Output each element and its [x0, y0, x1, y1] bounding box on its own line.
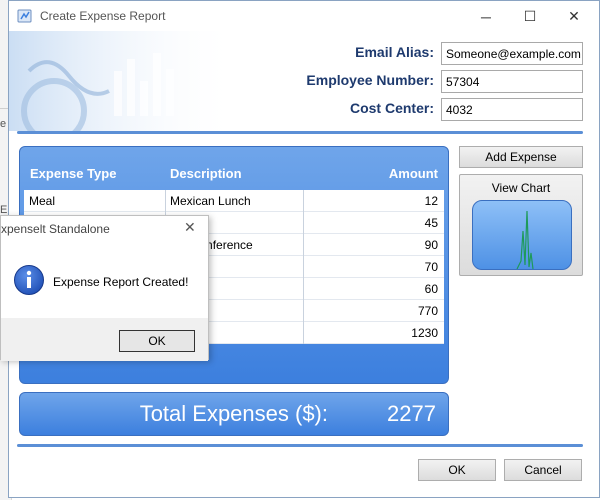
view-chart-label: View Chart — [491, 181, 551, 195]
minimize-icon: ─ — [481, 8, 491, 25]
column-header-amount[interactable]: Amount — [389, 166, 438, 181]
message-box-title: xpenselt Standalone — [1, 222, 110, 236]
maximize-button[interactable]: ☐ — [508, 1, 552, 32]
total-expenses-panel: Total Expenses ($): 2277 — [19, 392, 449, 436]
header-graphic — [9, 31, 239, 131]
message-box-dialog: xpenselt Standalone ✕ Expense Report Cre… — [0, 215, 209, 361]
chart-preview — [472, 200, 572, 270]
title-bar: Create Expense Report ─ ☐ ✕ — [9, 1, 599, 32]
view-chart-button[interactable]: View Chart — [459, 174, 583, 276]
close-icon: ✕ — [568, 8, 580, 24]
message-box-text: Expense Report Created! — [53, 275, 189, 289]
add-expense-button[interactable]: Add Expense — [459, 146, 583, 168]
email-alias-label: Email Alias: — [355, 44, 434, 60]
app-icon — [17, 9, 32, 23]
ok-button[interactable]: OK — [418, 459, 496, 481]
amount-cell[interactable]: 12 — [304, 190, 444, 212]
email-alias-field[interactable]: Someone@example.com — [441, 42, 583, 65]
information-icon — [14, 265, 44, 295]
total-expenses-label: Total Expenses ($): — [139, 401, 328, 426]
amount-cell[interactable]: 90 — [304, 234, 444, 256]
background-text: e — [0, 118, 7, 130]
employee-number-field[interactable]: 57304 — [441, 70, 583, 93]
close-button[interactable]: ✕ — [552, 1, 596, 32]
message-box-ok-button[interactable]: OK — [119, 330, 195, 352]
cost-center-field[interactable]: 4032 — [441, 98, 583, 121]
cost-center-label: Cost Center: — [349, 100, 434, 116]
amount-cell[interactable]: 45 — [304, 212, 444, 234]
amount-cell[interactable]: 1230 — [304, 322, 444, 344]
maximize-icon: ☐ — [523, 8, 537, 24]
total-expenses-value: 2277 — [387, 401, 436, 426]
message-box-close-icon[interactable]: ✕ — [184, 219, 196, 236]
amount-cell[interactable]: 70 — [304, 256, 444, 278]
separator-top — [17, 131, 583, 134]
cancel-button[interactable]: Cancel — [504, 459, 582, 481]
window-title: Create Expense Report — [40, 9, 166, 23]
separator-bottom — [17, 444, 583, 447]
minimize-button[interactable]: ─ — [464, 1, 508, 32]
amount-cell[interactable]: 60 — [304, 278, 444, 300]
description-cell[interactable]: Mexican Lunch — [166, 190, 304, 212]
employee-number-label: Employee Number: — [306, 72, 434, 88]
table-row[interactable]: Meal Mexican Lunch 12 — [24, 190, 444, 212]
grid-header: Expense Type Description Amount — [24, 157, 444, 189]
expense-type-cell[interactable]: Meal — [24, 190, 166, 212]
amount-cell[interactable]: 770 — [304, 300, 444, 322]
column-header-expense-type[interactable]: Expense Type — [30, 166, 116, 181]
chart-sparkline-icon — [516, 210, 534, 269]
message-box-footer: OK — [1, 318, 208, 361]
column-header-description[interactable]: Description — [170, 166, 242, 181]
